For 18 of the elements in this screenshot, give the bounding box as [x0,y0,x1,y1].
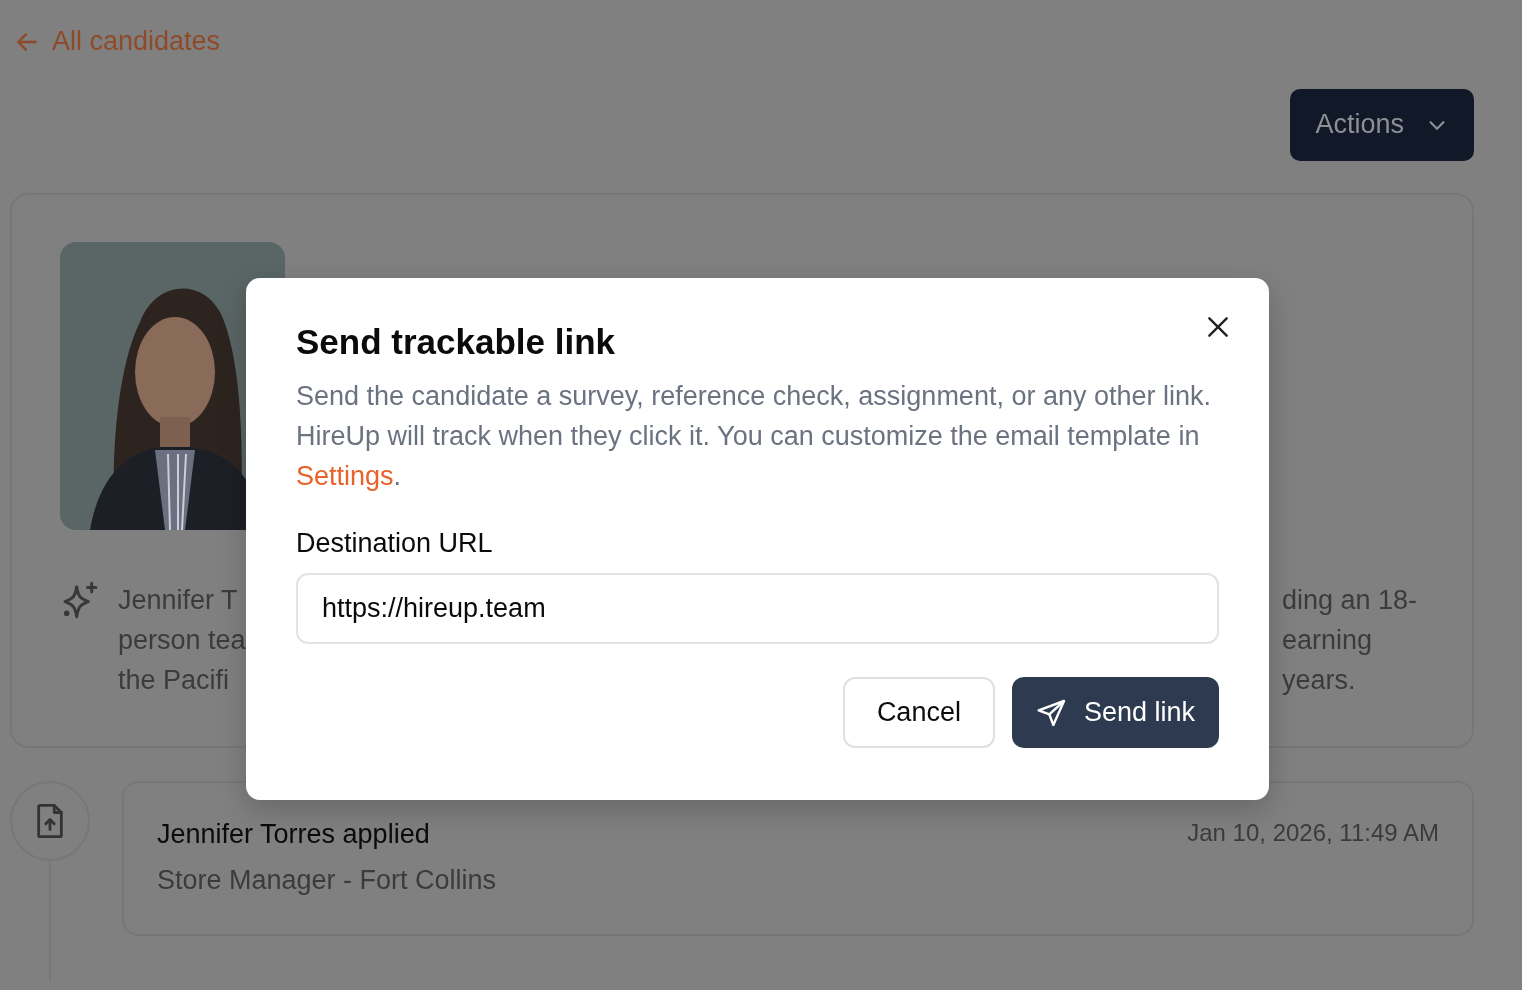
event-time: Jan 10, 2026, 11:49 AM [1187,818,1439,848]
actions-button[interactable]: Actions [1290,88,1474,161]
url-field[interactable]: https://hireup.team [296,573,1219,644]
summary-text: the Pacifi [118,663,231,697]
event-subtitle: Store Manager - Fort Collins [157,865,498,897]
close-button[interactable] [1205,314,1231,340]
summary-text: ding an 18- [1282,583,1419,617]
event-title: Jennifer Torres applied [157,818,431,851]
summary-text: earning [1282,623,1374,657]
dialog-title: Send trackable link [296,322,617,362]
close-icon [1205,314,1231,340]
field-label: Destination URL [296,528,494,559]
summary-text: Jennifer T [118,583,239,617]
summary-text: years. [1282,663,1357,697]
dialog-description: Send the candidate a survey, reference check, assignment, or any other link. HireUp will track when they click it. You can customize the email template in Settings. [296,380,1212,493]
send-button[interactable]: Send link [1011,677,1219,748]
cancel-button[interactable]: Cancel [842,677,995,748]
summary-text: person tea [118,623,246,657]
